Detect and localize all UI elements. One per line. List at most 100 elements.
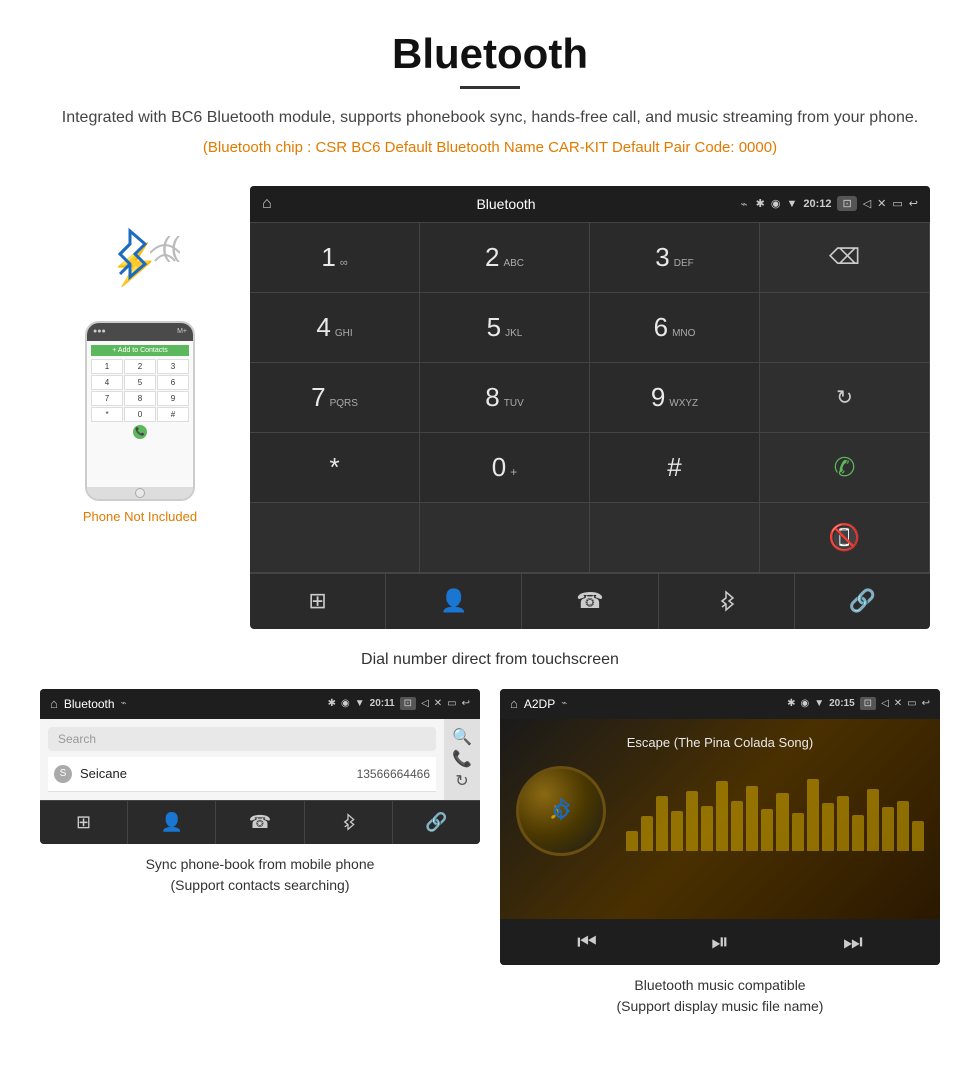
key-6-sub: MNO	[672, 328, 695, 339]
phone-screen-header: + Add to Contacts	[91, 345, 189, 356]
phone-key-3: 3	[157, 359, 189, 374]
pb-caption-line1: Sync phone-book from mobile phone	[146, 856, 375, 872]
pb-nav-dialpad[interactable]: ⊞	[40, 801, 128, 844]
phone-home-circle	[135, 488, 145, 498]
nav-phone-button[interactable]: ☎	[522, 574, 658, 629]
pb-contact-row[interactable]: S Seicane 13566664466	[48, 757, 436, 792]
pb-nav-link[interactable]: 🔗	[393, 801, 480, 844]
waveform-bar-14	[837, 796, 849, 851]
volume-icon[interactable]: ◁	[863, 197, 871, 210]
waveform-bar-8	[746, 786, 758, 851]
pb-nav-bt[interactable]	[305, 801, 393, 844]
pb-nav-contacts[interactable]: 👤	[128, 801, 216, 844]
waveform-bar-15	[852, 815, 864, 851]
dial-key-call-green[interactable]: ✆	[760, 433, 930, 503]
pb-call-icon[interactable]: 📞	[452, 749, 472, 769]
pb-vol-icon: ◁	[421, 698, 429, 709]
music-prev-button[interactable]: ⏮	[577, 929, 597, 955]
dial-key-9[interactable]: 9 WXYZ	[590, 363, 760, 433]
pb-time: 20:11	[370, 698, 395, 709]
waveform-bar-19	[912, 821, 924, 851]
wifi-icon	[150, 231, 180, 271]
camera-icon[interactable]: ⊡	[837, 196, 856, 211]
music-next-button[interactable]: ⏭	[843, 929, 863, 955]
phone-bottom-row: 📞	[91, 425, 189, 439]
dial-section: (( ⚡ ●●● M+ + Add to Contacts 1	[0, 186, 980, 639]
refresh-icon[interactable]: ↻	[836, 385, 853, 410]
pb-caption: Sync phone-book from mobile phone (Suppo…	[136, 844, 385, 896]
dial-key-2[interactable]: 2 ABC	[420, 223, 590, 293]
dial-statusbar: ⌂ Bluetooth ⌁ ✱ ◉ ▼ 20:12 ⊡ ◁ ✕ ▭ ↩	[250, 186, 930, 222]
dial-key-7[interactable]: 7 PQRS	[250, 363, 420, 433]
dial-caption: Dial number direct from touchscreen	[0, 639, 980, 689]
key-7-sub: PQRS	[330, 398, 358, 409]
key-5-main: 5 JKL	[487, 312, 523, 343]
dial-key-4[interactable]: 4 GHI	[250, 293, 420, 363]
music-caption: Bluetooth music compatible (Support disp…	[607, 965, 834, 1017]
pb-search-bar[interactable]: Search	[48, 727, 436, 751]
pb-search-icon[interactable]: 🔍	[452, 727, 472, 747]
waveform-bar-11	[792, 813, 804, 851]
home-icon[interactable]: ⌂	[262, 195, 272, 213]
dial-key-6[interactable]: 6 MNO	[590, 293, 760, 363]
dial-key-5[interactable]: 5 JKL	[420, 293, 590, 363]
nav-contacts-button[interactable]: 👤	[386, 574, 522, 629]
key-0-number: 0	[492, 452, 506, 483]
phone-not-included-label: Phone Not Included	[83, 509, 197, 524]
dial-key-1[interactable]: 1 ∞	[250, 223, 420, 293]
music-waveform	[626, 771, 924, 851]
phone-keypad: 1 2 3 4 5 6 7 8 9 * 0 #	[91, 359, 189, 422]
dial-key-3[interactable]: 3 DEF	[590, 223, 760, 293]
dial-key-call-red[interactable]: 📵	[760, 503, 930, 573]
key-8-number: 8	[485, 382, 499, 413]
contact-number: 13566664466	[357, 767, 430, 781]
phone-key-8: 8	[124, 391, 156, 406]
dial-row5-1	[250, 503, 420, 573]
page-title: Bluetooth	[40, 30, 940, 78]
music-playpause-button[interactable]: ⏯	[711, 929, 729, 955]
waveform-bar-16	[867, 789, 879, 851]
waveform-bar-6	[716, 781, 728, 851]
backspace-icon[interactable]: ⌫	[829, 244, 860, 270]
call-end-icon[interactable]: 📵	[828, 522, 860, 553]
pb-refresh-icon[interactable]: ↻	[455, 771, 468, 791]
key-0-plus: +	[510, 465, 517, 479]
phone-key-0: 0	[124, 407, 156, 422]
pb-statusbar: ⌂ Bluetooth ⌁ ✱ ◉ ▼ 20:11 ⊡ ◁ ✕ ▭ ↩	[40, 689, 480, 719]
key-9-main: 9 WXYZ	[651, 382, 698, 413]
phone-illustration: (( ⚡ ●●● M+ + Add to Contacts 1	[50, 186, 230, 524]
nav-link-button[interactable]: 🔗	[795, 574, 930, 629]
dial-key-8[interactable]: 8 TUV	[420, 363, 590, 433]
key-7-main: 7 PQRS	[311, 382, 358, 413]
back-icon[interactable]: ↩	[909, 197, 918, 210]
nav-bluetooth-button[interactable]	[659, 574, 795, 629]
pb-loc-icon: ◉	[341, 698, 350, 709]
pb-home-icon[interactable]: ⌂	[50, 696, 58, 711]
screen-icon[interactable]: ▭	[892, 197, 902, 210]
key-1-number: 1	[321, 242, 335, 273]
call-answer-icon[interactable]: ✆	[834, 452, 856, 483]
key-4-content: 4 GHI	[316, 312, 352, 343]
key-5-sub: JKL	[505, 328, 522, 339]
music-caption-line1: Bluetooth music compatible	[634, 977, 805, 993]
pb-cam-icon: ⊡	[400, 697, 416, 710]
nav-dialpad-button[interactable]: ⊞	[250, 574, 386, 629]
key-1-content: 1 ∞	[321, 242, 347, 273]
dial-key-star[interactable]: *	[250, 433, 420, 503]
dial-bottom-nav: ⊞ 👤 ☎ 🔗	[250, 573, 930, 629]
music-statusbar: ⌂ A2DP ⌁ ✱ ◉ ▼ 20:15 ⊡ ◁ ✕ ▭ ↩	[500, 689, 940, 719]
key-2-main: 2 ABC	[485, 242, 524, 273]
music-home-icon[interactable]: ⌂	[510, 696, 518, 711]
dial-key-hash[interactable]: #	[590, 433, 760, 503]
pb-nav-phone[interactable]: ☎	[216, 801, 304, 844]
phone-key-1: 1	[91, 359, 123, 374]
key-5-number: 5	[487, 312, 501, 343]
phonebook-screen: ⌂ Bluetooth ⌁ ✱ ◉ ▼ 20:11 ⊡ ◁ ✕ ▭ ↩	[40, 689, 480, 844]
phone-key-2: 2	[124, 359, 156, 374]
pb-screen-icon: ▭	[447, 698, 456, 709]
dial-key-0[interactable]: 0 +	[420, 433, 590, 503]
music-content: Escape (The Pina Colada Song) ♪	[500, 719, 940, 919]
music-main: ♪	[516, 766, 924, 856]
close-icon[interactable]: ✕	[877, 197, 886, 210]
music-usb-icon: ⌁	[561, 698, 567, 709]
